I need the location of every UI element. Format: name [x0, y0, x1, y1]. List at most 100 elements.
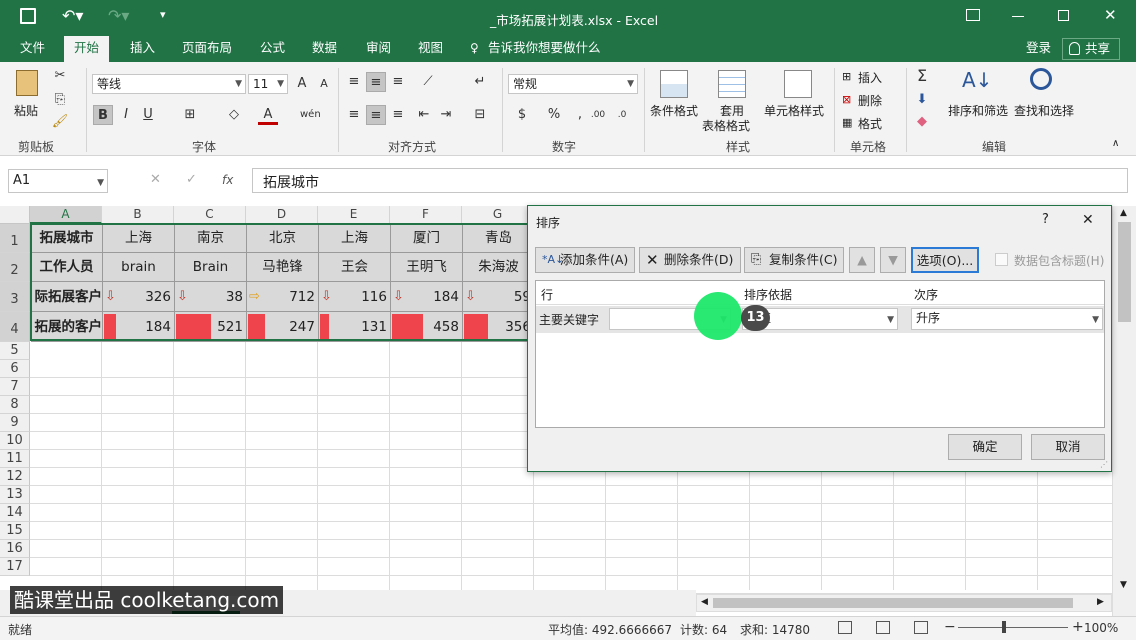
table-cell[interactable]: brain — [103, 253, 175, 282]
zoom-slider[interactable] — [958, 627, 1068, 628]
delete-cells-button[interactable]: 删除 — [858, 92, 882, 109]
table-cell[interactable]: 际拓展客户 — [31, 282, 103, 312]
hscroll-thumb[interactable] — [713, 598, 1073, 608]
clear-icon[interactable]: ◆ — [912, 112, 932, 132]
row-header[interactable]: 11 — [0, 450, 30, 468]
table-cell[interactable]: 王明飞 — [391, 253, 463, 282]
column-header[interactable]: E — [318, 206, 390, 224]
share-button[interactable]: 共享 — [1062, 38, 1120, 60]
options-button[interactable]: 选项(O)... — [911, 247, 979, 273]
cut-icon[interactable]: ✂ — [50, 66, 70, 86]
scroll-left-icon[interactable]: ◀ — [701, 597, 708, 607]
percent-icon[interactable]: % — [544, 105, 564, 125]
italic-button[interactable]: I — [116, 105, 136, 125]
currency-icon[interactable]: $ — [512, 105, 532, 125]
bold-button[interactable]: B — [93, 105, 113, 125]
row-header[interactable]: 10 — [0, 432, 30, 450]
table-cell[interactable]: 356 — [463, 312, 535, 342]
table-cell[interactable]: ⇨ 712 — [247, 282, 319, 312]
copy-icon[interactable]: ⎘ — [50, 90, 70, 110]
undo-icon[interactable]: ↶▾ — [62, 6, 83, 25]
tab-home[interactable]: 开始 — [64, 36, 110, 63]
add-condition-button[interactable]: *A↓ 添加条件(A) — [535, 247, 635, 273]
page-layout-view-icon[interactable] — [876, 621, 890, 634]
table-cell[interactable]: 131 — [319, 312, 391, 342]
table-cell[interactable]: 马艳锋 — [247, 253, 319, 282]
row-header[interactable]: 7 — [0, 378, 30, 396]
tab-page-layout[interactable]: 页面布局 — [182, 36, 232, 62]
table-cell[interactable]: Brain — [175, 253, 247, 282]
format-cells-button[interactable]: 格式 — [858, 115, 882, 132]
ok-button[interactable]: 确定 — [948, 434, 1022, 460]
row-header[interactable]: 13 — [0, 486, 30, 504]
table-cell[interactable]: ⇩ 38 — [175, 282, 247, 312]
font-size-select[interactable]: 11 ▼ — [248, 74, 288, 94]
zoom-slider-thumb[interactable] — [1002, 621, 1006, 633]
find-select-button[interactable]: 查找和选择 — [1014, 102, 1074, 119]
column-header[interactable]: A — [30, 206, 102, 224]
row-header[interactable]: 2 — [0, 253, 30, 282]
vertical-scrollbar[interactable]: ▲ ▼ — [1112, 206, 1136, 616]
table-cell[interactable]: ⇩ 116 — [319, 282, 391, 312]
table-cell[interactable]: ⇩ 184 — [391, 282, 463, 312]
table-cell[interactable]: 上海 — [319, 224, 391, 253]
column-header[interactable]: C — [174, 206, 246, 224]
help-button[interactable]: ? — [1042, 212, 1049, 227]
fill-color-icon[interactable]: ◇ — [224, 105, 244, 125]
wrap-text-icon[interactable]: ↵ — [470, 72, 490, 92]
table-cell[interactable]: 朱海波 — [463, 253, 535, 282]
column-header[interactable]: G — [462, 206, 534, 224]
table-cell[interactable]: 上海 — [103, 224, 175, 253]
zoom-level[interactable]: 100% — [1084, 621, 1118, 635]
table-cell[interactable]: 458 — [391, 312, 463, 342]
phonetic-icon[interactable]: wén — [300, 105, 321, 125]
close-window-icon[interactable]: ✕ — [1104, 6, 1117, 24]
merge-center-icon[interactable]: ⊟ — [470, 105, 490, 125]
increase-indent-icon[interactable]: ⇥ — [436, 105, 456, 125]
cancel-button[interactable]: 取消 — [1031, 434, 1105, 460]
customize-qat-icon[interactable]: ▾ — [160, 8, 166, 21]
collapse-ribbon-icon[interactable]: ∧ — [1112, 138, 1119, 149]
row-header[interactable]: 16 — [0, 540, 30, 558]
align-top-icon[interactable]: ≡ — [344, 72, 364, 92]
tell-me-box[interactable]: 告诉我你想要做什么 — [488, 36, 601, 62]
border-icon[interactable]: ⊞ — [180, 105, 200, 125]
fill-icon[interactable]: ⬇ — [912, 90, 932, 110]
maximize-icon[interactable] — [1058, 10, 1069, 21]
column-header[interactable]: B — [102, 206, 174, 224]
align-right-icon[interactable]: ≡ — [388, 105, 408, 125]
tab-data[interactable]: 数据 — [312, 36, 337, 62]
conditional-format-button[interactable]: 条件格式 — [650, 102, 698, 119]
row-header[interactable]: 12 — [0, 468, 30, 486]
delete-condition-button[interactable]: ✕ 删除条件(D) — [639, 247, 741, 273]
confirm-entry-icon[interactable]: ✓ — [186, 172, 197, 187]
table-cell[interactable]: 247 — [247, 312, 319, 342]
align-left-icon[interactable]: ≡ — [344, 105, 364, 125]
autosum-icon[interactable]: Σ — [912, 66, 932, 86]
row-header[interactable]: 9 — [0, 414, 30, 432]
tab-insert[interactable]: 插入 — [130, 36, 155, 62]
increase-font-icon[interactable]: A — [292, 74, 312, 94]
order-select[interactable]: 升序 ▼ — [911, 308, 1103, 330]
horizontal-scrollbar[interactable]: ◀ ▶ — [696, 594, 1112, 612]
format-as-table-label-2[interactable]: 表格格式 — [702, 117, 750, 134]
move-up-button[interactable]: ▲ — [849, 247, 875, 273]
row-header[interactable]: 5 — [0, 342, 30, 360]
table-cell[interactable]: 王会 — [319, 253, 391, 282]
page-break-view-icon[interactable] — [914, 621, 928, 634]
normal-view-icon[interactable] — [838, 621, 852, 634]
row-header[interactable]: 17 — [0, 558, 30, 576]
tab-view[interactable]: 视图 — [418, 36, 443, 62]
row-header[interactable]: 14 — [0, 504, 30, 522]
name-box[interactable]: A1 ▼ — [8, 169, 108, 193]
table-cell[interactable]: ⇩ 326 — [103, 282, 175, 312]
scroll-down-icon[interactable]: ▼ — [1120, 580, 1127, 590]
column-header[interactable]: D — [246, 206, 318, 224]
insert-function-icon[interactable]: fx — [222, 173, 233, 187]
table-cell[interactable]: 工作人员 — [31, 253, 103, 282]
table-cell[interactable]: 厦门 — [391, 224, 463, 253]
move-down-button[interactable]: ▼ — [880, 247, 906, 273]
table-cell[interactable]: 拓展的客户 — [31, 312, 103, 342]
scroll-up-icon[interactable]: ▲ — [1120, 208, 1127, 218]
table-cell[interactable]: 青岛 — [463, 224, 535, 253]
